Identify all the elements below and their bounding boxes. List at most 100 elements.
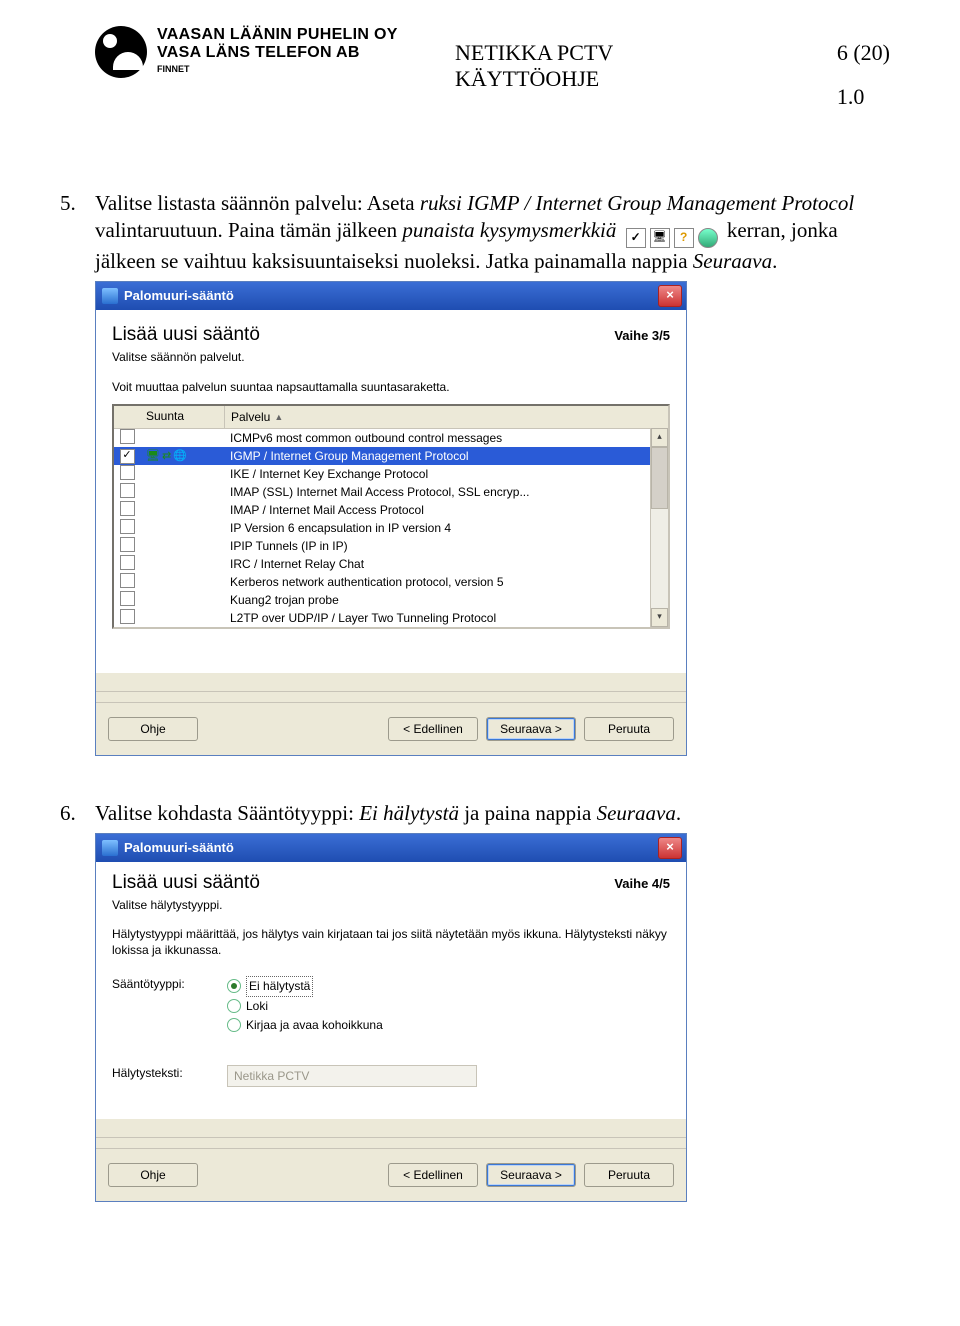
table-row[interactable]: Kuang2 trojan probe	[114, 591, 668, 609]
scroll-thumb[interactable]	[651, 447, 668, 509]
radio-dot-icon	[227, 979, 241, 993]
step5-end: .	[772, 249, 777, 273]
step6-number: 6.	[60, 800, 95, 827]
service-name: L2TP over UDP/IP / Layer Two Tunneling P…	[224, 611, 668, 625]
row-checkbox[interactable]	[120, 501, 135, 516]
close-button[interactable]: ×	[658, 837, 682, 859]
vertical-scrollbar[interactable]: ▴ ▾	[650, 428, 668, 627]
row-checkbox[interactable]	[120, 609, 135, 624]
service-name: IMAP (SSL) Internet Mail Access Protocol…	[224, 485, 668, 499]
row-checkbox[interactable]	[120, 429, 135, 444]
alert-text-row: Hälytysteksti:	[112, 1065, 670, 1087]
next-button[interactable]: Seuraava >	[486, 1163, 576, 1187]
dialog-footer: Ohje < Edellinen Seuraava > Peruuta	[96, 702, 686, 755]
col-direction[interactable]: Suunta	[140, 406, 225, 428]
row-checkbox[interactable]	[120, 465, 135, 480]
row-checkbox[interactable]	[120, 537, 135, 552]
pc-icon: 🖥	[650, 228, 670, 248]
table-row[interactable]: IMAP / Internet Mail Access Protocol	[114, 501, 668, 519]
window-icon	[102, 288, 118, 304]
dialog-note: Voit muuttaa palvelun suuntaa napsauttam…	[112, 380, 670, 394]
cancel-button[interactable]: Peruuta	[584, 717, 674, 741]
list-body[interactable]: ICMPv6 most common outbound control mess…	[114, 429, 668, 627]
question-icon: ?	[674, 228, 694, 248]
table-row[interactable]: L2TP over UDP/IP / Layer Two Tunneling P…	[114, 609, 668, 627]
bidir-arrows-icon: ⇄	[162, 449, 171, 462]
row-checkbox[interactable]	[120, 573, 135, 588]
step5-ruksi: ruksi IGMP / Internet Group Management P…	[420, 191, 854, 215]
company-logo-block: VAASAN LÄÄNIN PUHELIN OY VASA LÄNS TELEF…	[95, 26, 398, 78]
scroll-down-button[interactable]: ▾	[651, 608, 668, 627]
help-button[interactable]: Ohje	[108, 1163, 198, 1187]
service-name: IPIP Tunnels (IP in IP)	[224, 539, 668, 553]
step5-seuraava: Seuraava	[693, 249, 772, 273]
help-button[interactable]: Ohje	[108, 717, 198, 741]
alert-text-label: Hälytysteksti:	[112, 1065, 227, 1080]
titlebar[interactable]: Palomuuri-sääntö ×	[96, 834, 686, 862]
globe-icon	[698, 228, 718, 248]
doc-title-block: NETIKKA PCTV KÄYTTÖOHJE	[455, 40, 613, 92]
wizard-step-label: Vaihe 4/5	[614, 876, 670, 891]
step5-paragraph: 5.Valitse listasta säännön palvelu: Aset…	[95, 190, 890, 275]
window-icon	[102, 840, 118, 856]
step6-end: .	[676, 801, 681, 825]
row-checkbox[interactable]	[120, 483, 135, 498]
dialog-subtitle: Valitse säännön palvelut.	[112, 350, 670, 364]
direction-cell[interactable]: 🖥⇄🌐	[140, 449, 224, 462]
document-page: VAASAN LÄÄNIN PUHELIN OY VASA LÄNS TELEF…	[0, 0, 960, 1262]
check-icon	[626, 228, 646, 248]
service-name: Kuang2 trojan probe	[224, 593, 668, 607]
radio-option[interactable]: Loki	[227, 997, 383, 1016]
finnet-label: FINNET	[157, 64, 398, 74]
table-row[interactable]: Kerberos network authentication protocol…	[114, 573, 668, 591]
step6-mid: ja paina nappia	[459, 801, 597, 825]
service-name: ICMPv6 most common outbound control mess…	[224, 431, 668, 445]
table-row[interactable]: IRC / Internet Relay Chat	[114, 555, 668, 573]
table-row[interactable]: IMAP (SSL) Internet Mail Access Protocol…	[114, 483, 668, 501]
sort-asc-icon: ▲	[274, 412, 283, 422]
window-title: Palomuuri-sääntö	[124, 288, 234, 303]
cancel-button[interactable]: Peruuta	[584, 1163, 674, 1187]
service-name: IRC / Internet Relay Chat	[224, 557, 668, 571]
radio-option[interactable]: Ei hälytystä	[227, 976, 383, 997]
alert-text-input[interactable]	[227, 1065, 477, 1087]
next-button[interactable]: Seuraava >	[486, 717, 576, 741]
service-name: Kerberos network authentication protocol…	[224, 575, 668, 589]
table-row[interactable]: ✓🖥⇄🌐IGMP / Internet Group Management Pro…	[114, 447, 668, 465]
rule-type-label: Sääntötyyppi:	[112, 976, 227, 991]
row-checkbox[interactable]: ✓	[120, 449, 135, 464]
step5-punaista: punaista kysymysmerkkiä	[402, 218, 616, 242]
page-number: 6 (20)	[837, 40, 890, 66]
inline-icon-strip: 🖥 ?	[626, 228, 718, 248]
table-row[interactable]: IPIP Tunnels (IP in IP)	[114, 537, 668, 555]
row-checkbox[interactable]	[120, 519, 135, 534]
alert-type-description: Hälytystyyppi määrittää, jos hälytys vai…	[112, 926, 670, 958]
col-service[interactable]: Palvelu ▲	[225, 406, 668, 428]
doc-title-line1: NETIKKA PCTV	[455, 40, 613, 66]
row-checkbox[interactable]	[120, 555, 135, 570]
dialog-subtitle: Valitse hälytystyyppi.	[112, 898, 670, 912]
scroll-up-button[interactable]: ▴	[651, 428, 668, 447]
table-row[interactable]: IKE / Internet Key Exchange Protocol	[114, 465, 668, 483]
rule-type-radiogroup[interactable]: Ei hälytystäLokiKirjaa ja avaa kohoikkun…	[227, 976, 383, 1035]
list-header[interactable]: Suunta Palvelu ▲	[114, 406, 668, 429]
radio-label: Loki	[246, 997, 268, 1016]
titlebar[interactable]: Palomuuri-sääntö ×	[96, 282, 686, 310]
radio-option[interactable]: Kirjaa ja avaa kohoikkuna	[227, 1016, 383, 1035]
service-name: IKE / Internet Key Exchange Protocol	[224, 467, 668, 481]
table-row[interactable]: ICMPv6 most common outbound control mess…	[114, 429, 668, 447]
table-row[interactable]: IP Version 6 encapsulation in IP version…	[114, 519, 668, 537]
dialog-heading: Lisää uusi sääntö	[112, 872, 260, 894]
doc-version: 1.0	[837, 84, 890, 110]
window-title: Palomuuri-sääntö	[124, 840, 234, 855]
row-checkbox[interactable]	[120, 591, 135, 606]
previous-button[interactable]: < Edellinen	[388, 1163, 478, 1187]
company-name-sv: VASA LÄNS TELEFON AB	[157, 44, 398, 62]
services-list: Suunta Palvelu ▲ ICMPv6 most common outb…	[112, 404, 670, 629]
service-name: IMAP / Internet Mail Access Protocol	[224, 503, 668, 517]
step5-number: 5.	[60, 190, 95, 217]
radio-label: Ei hälytystä	[246, 976, 313, 997]
previous-button[interactable]: < Edellinen	[388, 717, 478, 741]
step6-pre: Valitse kohdasta Sääntötyyppi:	[95, 801, 359, 825]
close-button[interactable]: ×	[658, 285, 682, 307]
